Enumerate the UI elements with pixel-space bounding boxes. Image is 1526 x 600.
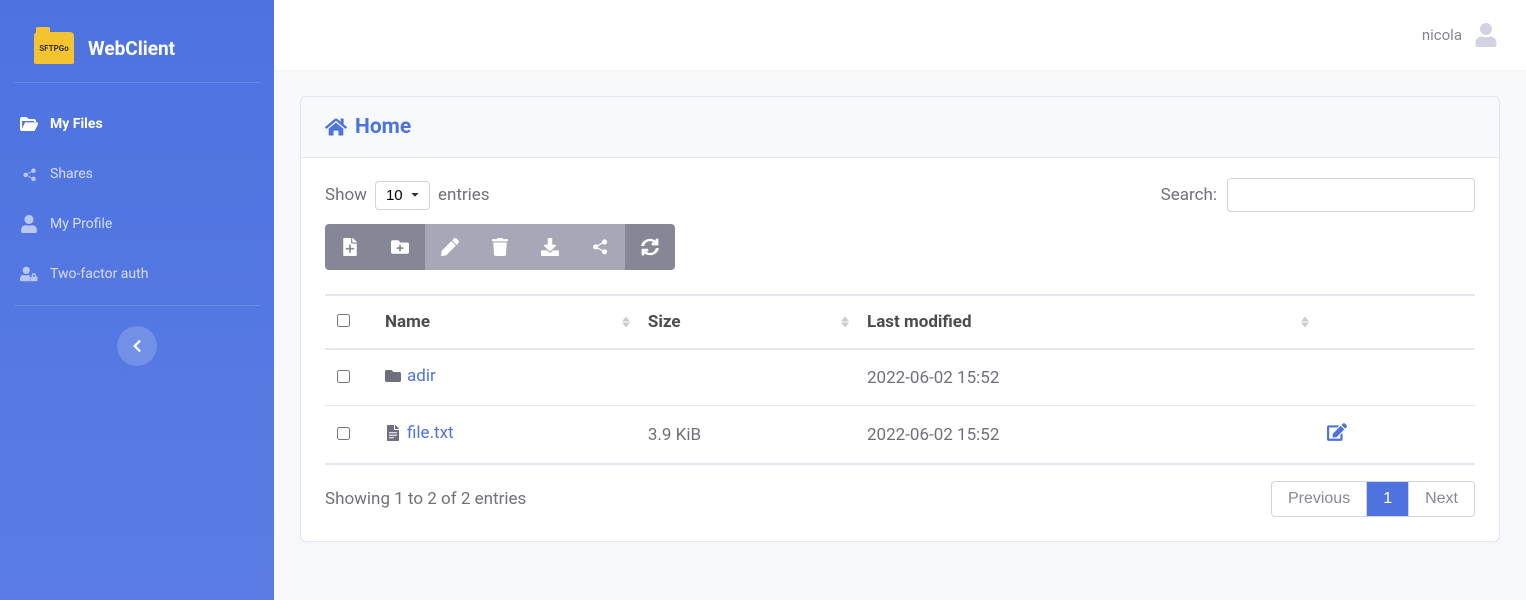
select-all-header [325, 295, 373, 349]
pagination: Previous 1 Next [1271, 481, 1475, 517]
page-number-button[interactable]: 1 [1366, 482, 1408, 516]
column-modified-label: Last modified [867, 312, 972, 332]
folder-link[interactable]: adir [385, 366, 436, 386]
topbar: nicola [274, 0, 1526, 70]
breadcrumb: Home [301, 97, 1499, 158]
search-label: Search: [1161, 185, 1217, 205]
download-icon [541, 238, 559, 256]
refresh-button[interactable] [625, 224, 675, 270]
home-icon [325, 116, 347, 138]
topbar-username: nicola [1422, 26, 1462, 44]
files-card: Home Show 10 entries Search: [300, 96, 1500, 542]
column-modified[interactable]: Last modified [855, 295, 1315, 349]
brand-logo-icon: SFTPGo [34, 32, 74, 64]
table-row: adir 2022-06-02 15:52 [325, 349, 1475, 406]
brand-title: WebClient [88, 37, 175, 60]
sidebar-item-label: My Profile [50, 216, 112, 232]
sidebar-item-label: My Files [50, 116, 103, 132]
new-folder-button[interactable] [375, 224, 425, 270]
edit-file-button[interactable] [1327, 427, 1347, 447]
file-size: 3.9 KiB [636, 406, 855, 465]
pencil-icon [441, 238, 459, 256]
edit-icon [1327, 422, 1347, 442]
entries-per-page: Show 10 entries [325, 181, 490, 210]
file-icon [385, 425, 401, 441]
user-lock-icon [20, 265, 38, 283]
file-link[interactable]: file.txt [385, 423, 454, 443]
column-name-label: Name [385, 312, 430, 332]
show-label: Show [325, 185, 367, 205]
file-table: Name Size Last modified [325, 294, 1475, 465]
sidebar-item-label: Shares [50, 166, 93, 182]
prev-page-button[interactable]: Previous [1272, 482, 1366, 516]
sidebar-item-my-profile[interactable]: My Profile [0, 199, 274, 249]
share-button[interactable] [575, 224, 625, 270]
next-page-button[interactable]: Next [1408, 482, 1474, 516]
user-icon [20, 215, 38, 233]
share-nodes-icon [591, 238, 609, 256]
sidebar-item-shares[interactable]: Shares [0, 149, 274, 199]
download-button[interactable] [525, 224, 575, 270]
file-modified: 2022-06-02 15:52 [855, 349, 1315, 406]
topbar-user-menu[interactable]: nicola [1422, 23, 1498, 47]
user-avatar-icon [1474, 23, 1498, 47]
folder-open-icon [20, 115, 38, 133]
sort-icon [1301, 317, 1309, 328]
select-all-checkbox[interactable] [337, 314, 350, 327]
row-checkbox[interactable] [337, 427, 350, 440]
refresh-icon [641, 238, 659, 256]
column-size[interactable]: Size [636, 295, 855, 349]
row-checkbox[interactable] [337, 370, 350, 383]
rename-button[interactable] [425, 224, 475, 270]
file-toolbar [325, 224, 1475, 270]
entries-select[interactable]: 10 [375, 181, 430, 210]
breadcrumb-home[interactable]: Home [325, 115, 411, 139]
delete-button[interactable] [475, 224, 525, 270]
sort-icon [841, 317, 849, 328]
table-info: Showing 1 to 2 of 2 entries [325, 489, 526, 509]
sidebar-item-two-factor-auth[interactable]: Two-factor auth [0, 249, 274, 299]
folder-plus-icon [391, 238, 409, 256]
column-actions [1315, 295, 1475, 349]
sidebar-item-my-files[interactable]: My Files [0, 99, 274, 149]
sidebar-collapse-button[interactable] [117, 326, 157, 366]
brand[interactable]: SFTPGo WebClient [14, 20, 260, 83]
chevron-left-icon [130, 339, 144, 353]
folder-icon [385, 368, 401, 384]
search-input[interactable] [1227, 178, 1475, 212]
file-name: file.txt [407, 423, 454, 443]
table-row: file.txt 3.9 KiB 2022-06-02 15:52 [325, 406, 1475, 465]
sidebar-item-label: Two-factor auth [50, 266, 148, 282]
breadcrumb-home-label: Home [355, 115, 411, 139]
sidebar-divider [14, 305, 260, 306]
upload-file-button[interactable] [325, 224, 375, 270]
sidebar: SFTPGo WebClient My Files Shares My Prof… [0, 0, 274, 600]
column-name[interactable]: Name [373, 295, 636, 349]
entries-label: entries [438, 185, 490, 205]
file-size [636, 349, 855, 406]
brand-logo-text: SFTPGo [39, 44, 68, 53]
sort-icon [622, 317, 630, 328]
column-size-label: Size [648, 312, 681, 332]
file-modified: 2022-06-02 15:52 [855, 406, 1315, 465]
file-name: adir [407, 366, 436, 386]
file-plus-icon [341, 238, 359, 256]
share-icon [20, 165, 38, 183]
trash-icon [491, 238, 509, 256]
